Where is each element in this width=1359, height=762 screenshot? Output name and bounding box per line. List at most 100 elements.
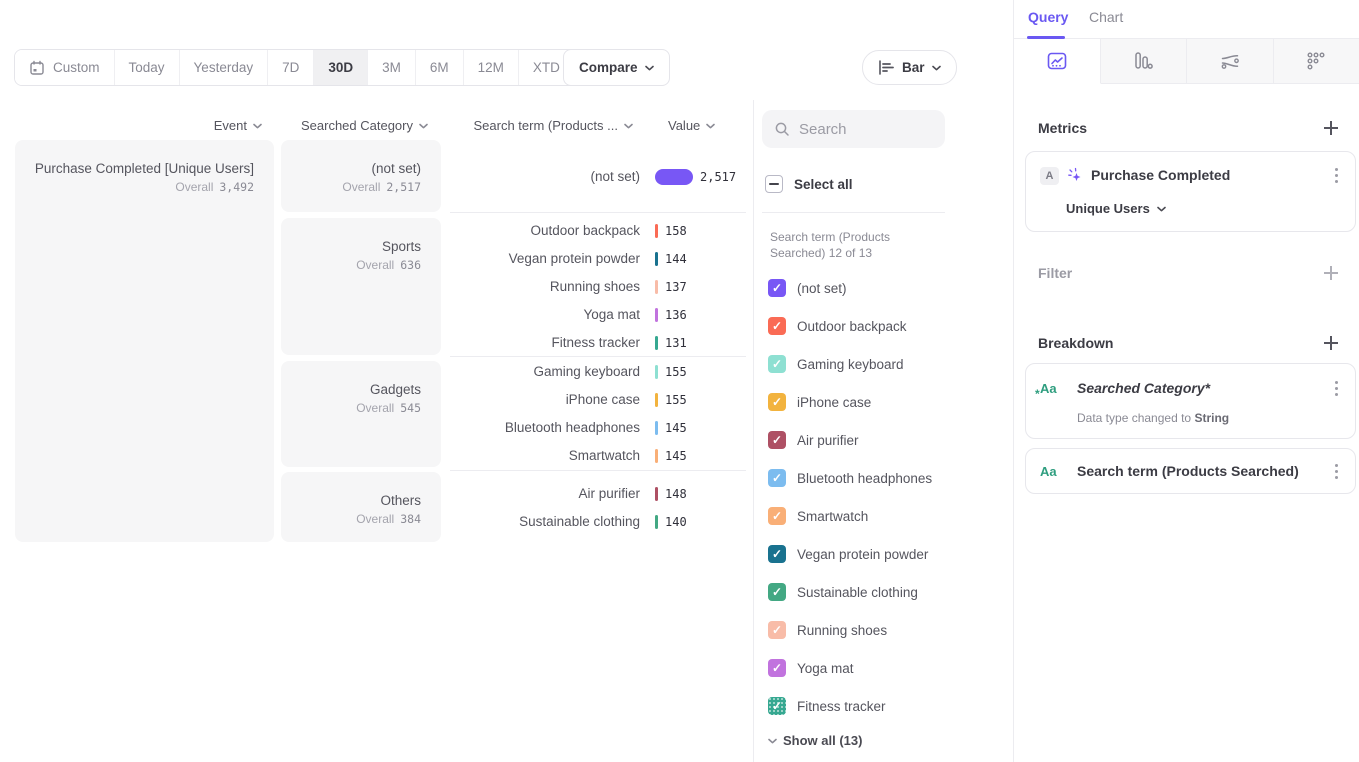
- checked-checkbox-icon[interactable]: ✓: [768, 545, 786, 563]
- checked-checkbox-icon[interactable]: ✓: [768, 355, 786, 373]
- checked-checkbox-icon[interactable]: ✓: [768, 583, 786, 601]
- table-row[interactable]: Fitness tracker131: [450, 329, 746, 357]
- event-name: Purchase Completed [Unique Users]: [25, 160, 254, 177]
- legend-item-label: Fitness tracker: [797, 699, 886, 714]
- checked-checkbox-icon[interactable]: ✓: [768, 507, 786, 525]
- table-row[interactable]: Yoga mat136: [450, 301, 746, 329]
- date-range-label: Today: [129, 60, 165, 75]
- legend-item[interactable]: ✓Running shoes: [768, 616, 887, 644]
- compare-button[interactable]: Compare: [563, 49, 670, 86]
- legend-item-label: Sustainable clothing: [797, 585, 918, 600]
- category-cell[interactable]: SportsOverall636: [281, 218, 441, 355]
- date-range-12m[interactable]: 12M: [464, 50, 519, 85]
- category-overall: Overall384: [291, 512, 421, 526]
- table-row[interactable]: Outdoor backpack158: [450, 217, 746, 245]
- event-cell[interactable]: Purchase Completed [Unique Users] Overal…: [15, 140, 274, 542]
- chevron-down-icon: [253, 123, 262, 129]
- checked-checkbox-icon[interactable]: ✓: [768, 469, 786, 487]
- measurement-selector[interactable]: Unique Users: [1066, 201, 1166, 216]
- table-row[interactable]: Running shoes137: [450, 273, 746, 301]
- date-range-6m[interactable]: 6M: [416, 50, 464, 85]
- legend-item[interactable]: ✓Outdoor backpack: [768, 312, 907, 340]
- group-separator: [450, 356, 746, 357]
- date-range-label: Custom: [53, 60, 100, 75]
- metric-options-kebab-icon[interactable]: [1335, 168, 1339, 186]
- search-term-label: Air purifier: [450, 480, 640, 508]
- date-range-7d[interactable]: 7D: [268, 50, 314, 85]
- table-row[interactable]: Vegan protein powder144: [450, 245, 746, 273]
- search-term-label: Bluetooth headphones: [450, 414, 640, 442]
- checked-checkbox-icon[interactable]: ✓: [768, 393, 786, 411]
- select-all-label: Select all: [794, 177, 853, 192]
- column-header-searched-category[interactable]: Searched Category: [281, 117, 428, 134]
- table-row[interactable]: iPhone case155: [450, 386, 746, 414]
- legend-item[interactable]: ✓Vegan protein powder: [768, 540, 928, 568]
- legend-item[interactable]: ✓iPhone case: [768, 388, 871, 416]
- legend-item[interactable]: ✓Yoga mat: [768, 654, 854, 682]
- table-row[interactable]: (not set)2,517: [450, 163, 746, 191]
- checked-checkbox-icon[interactable]: ✓: [768, 659, 786, 677]
- indeterminate-checkbox-icon: [765, 175, 783, 193]
- table-row[interactable]: Gaming keyboard155: [450, 358, 746, 386]
- chart-type-selector[interactable]: Bar: [862, 50, 957, 85]
- event-sparkle-icon: [1067, 167, 1084, 184]
- date-range-custom[interactable]: Custom: [15, 50, 115, 85]
- checked-checkbox-icon[interactable]: ✓: [768, 621, 786, 639]
- tab-retention[interactable]: [1274, 39, 1359, 83]
- add-filter-button[interactable]: [1323, 265, 1339, 281]
- column-header-event[interactable]: Event: [15, 117, 262, 134]
- checked-checkbox-icon[interactable]: ✓: [768, 317, 786, 335]
- checked-checkbox-icon[interactable]: ✓: [768, 697, 786, 715]
- table-row[interactable]: Sustainable clothing140: [450, 508, 746, 536]
- table-row[interactable]: Air purifier148: [450, 480, 746, 508]
- metric-card[interactable]: A Purchase Completed Unique Users: [1025, 151, 1356, 232]
- checkmark-icon: ✓: [772, 396, 782, 408]
- overall-value: 2,517: [386, 180, 421, 194]
- add-breakdown-button[interactable]: [1323, 335, 1339, 351]
- overall-value: 384: [400, 512, 421, 526]
- search-input[interactable]: [799, 121, 929, 138]
- breakdown-options-kebab-icon[interactable]: [1335, 381, 1339, 399]
- legend-item[interactable]: ✓Gaming keyboard: [768, 350, 904, 378]
- checked-checkbox-icon[interactable]: ✓: [768, 279, 786, 297]
- insights-line-chart-icon: [1046, 50, 1068, 72]
- tab-insights[interactable]: [1014, 39, 1101, 84]
- legend-item[interactable]: ✓Smartwatch: [768, 502, 868, 530]
- legend-item[interactable]: ✓Bluetooth headphones: [768, 464, 932, 492]
- tab-query[interactable]: Query: [1028, 9, 1068, 25]
- breakdown-card-search-term[interactable]: Aa Search term (Products Searched): [1025, 448, 1356, 494]
- category-cell[interactable]: (not set)Overall2,517: [281, 140, 441, 212]
- table-row[interactable]: Bluetooth headphones 145: [450, 414, 746, 442]
- date-range-3m[interactable]: 3M: [368, 50, 416, 85]
- value-text: 145: [665, 414, 687, 442]
- legend-search[interactable]: [762, 110, 945, 148]
- column-header-value[interactable]: Value: [668, 117, 720, 134]
- column-header-search-term[interactable]: Search term (Products ...: [450, 117, 633, 134]
- checked-checkbox-icon[interactable]: ✓: [768, 431, 786, 449]
- breakdown-card-searched-category[interactable]: Aa* Searched Category* Data type changed…: [1025, 363, 1356, 439]
- search-term-label: Yoga mat: [450, 301, 640, 329]
- show-all-toggle[interactable]: Show all (13): [768, 733, 862, 748]
- legend-item[interactable]: ✓Air purifier: [768, 426, 859, 454]
- legend-item[interactable]: ✓ Sustainable clothing: [768, 578, 918, 606]
- add-metric-button[interactable]: [1323, 120, 1339, 136]
- value-text: 140: [665, 508, 687, 536]
- breakdown-options-kebab-icon[interactable]: [1335, 464, 1339, 482]
- legend-item[interactable]: ✓(not set): [768, 274, 847, 302]
- tab-chart[interactable]: Chart: [1089, 9, 1123, 25]
- date-range-30d[interactable]: 30D: [314, 50, 368, 85]
- date-range-yesterday[interactable]: Yesterday: [180, 50, 269, 85]
- date-range-today[interactable]: Today: [115, 50, 180, 85]
- legend-item[interactable]: ✓ Fitness tracker: [768, 692, 886, 720]
- category-cell[interactable]: OthersOverall384: [281, 472, 441, 542]
- tab-flows[interactable]: [1187, 39, 1274, 83]
- value-bar: [655, 487, 658, 501]
- tab-funnels[interactable]: [1101, 39, 1188, 83]
- select-all-checkbox[interactable]: Select all: [765, 175, 853, 193]
- checkmark-icon: ✓: [772, 510, 782, 522]
- chevron-down-icon: [768, 738, 777, 744]
- checkmark-icon: ✓: [772, 662, 782, 674]
- legend-divider: [762, 212, 945, 213]
- table-row[interactable]: Smartwatch145: [450, 442, 746, 470]
- category-cell[interactable]: GadgetsOverall545: [281, 361, 441, 467]
